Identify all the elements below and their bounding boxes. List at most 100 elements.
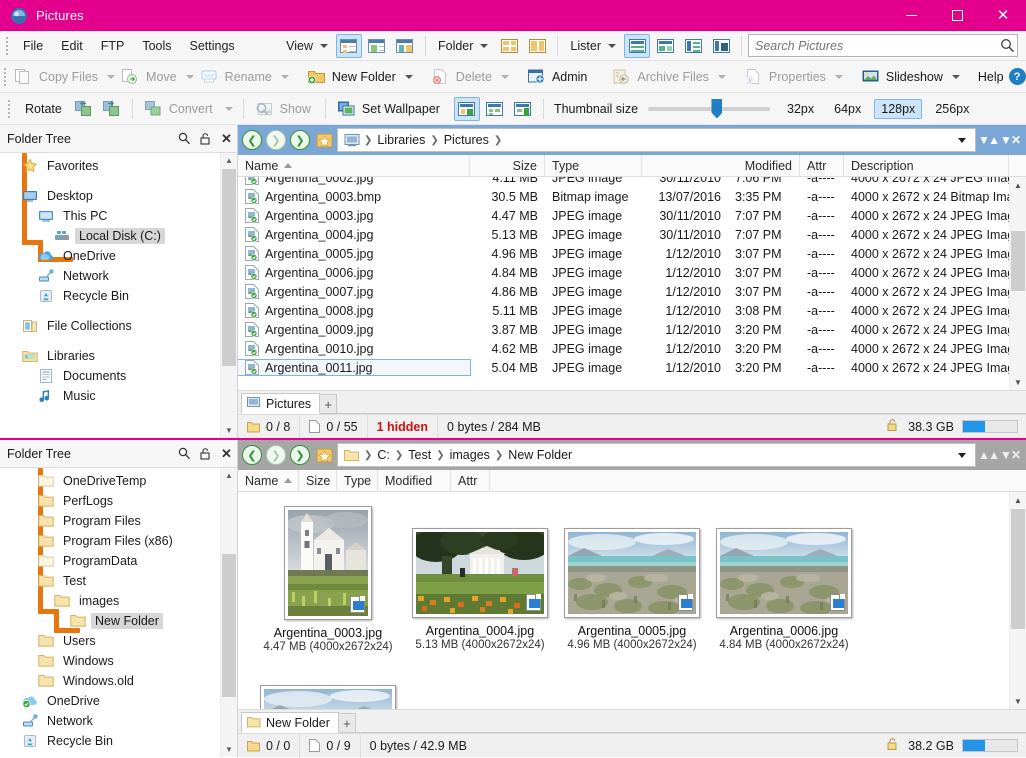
archive-files-dropdown[interactable] — [717, 64, 727, 90]
thumbnail-frame[interactable] — [564, 528, 700, 618]
size-64px-button[interactable]: 64px — [827, 99, 868, 119]
up-arrow-icon[interactable]: ❯ — [289, 444, 311, 466]
properties-button[interactable]: i Properties — [739, 64, 834, 90]
tree-item-windows-old[interactable]: Windows.old — [0, 671, 220, 691]
thumbnail-item[interactable]: Argentina_0006.jpg 4.84 MB (4000x2672x24) — [708, 528, 860, 653]
tree-item-network[interactable]: Network — [0, 266, 220, 286]
set-wallpaper-button[interactable]: Set Wallpaper — [332, 96, 448, 122]
table-row[interactable]: Argentina_0003.bmp 30.5 MB Bitmap image 13/… — [238, 187, 1009, 206]
table-row[interactable]: Argentina_0005.jpg 4.96 MB JPEG image 1/12/… — [238, 244, 1009, 263]
column-size[interactable]: Size — [470, 154, 545, 177]
rename-dropdown[interactable] — [280, 64, 290, 90]
menu-tools[interactable]: Tools — [133, 36, 180, 56]
bottom-list-scrollbar[interactable]: ▲ ▼ — [1009, 492, 1026, 709]
folder-pair-icon[interactable] — [524, 34, 550, 58]
lister-split-icon[interactable] — [652, 34, 678, 58]
close-icon[interactable]: ✕ — [216, 128, 237, 150]
expand-icon[interactable]: ▲▼ — [988, 443, 1012, 467]
breadcrumb-new-folder[interactable]: New Folder — [504, 447, 576, 463]
view-dropdown-caret[interactable] — [319, 43, 328, 48]
copy-files-dropdown[interactable] — [106, 64, 116, 90]
size-128px-button[interactable]: 128px — [874, 98, 923, 119]
bottom-breadcrumb[interactable]: ❯ C: ❯ Test ❯ images ❯ New Folder — [337, 443, 976, 467]
scroll-thumb[interactable] — [222, 169, 236, 366]
archive-files-button[interactable]: Archive Files — [607, 64, 717, 90]
size-256px-button[interactable]: 256px — [928, 99, 976, 119]
table-row[interactable]: Argentina_0009.jpg 3.87 MB JPEG image 1/12/… — [238, 320, 1009, 339]
tree-item-documents[interactable]: Documents — [0, 366, 220, 386]
tab-pictures[interactable]: Pictures — [241, 393, 321, 414]
thumb-grid-icon[interactable] — [482, 97, 508, 121]
folder-grid-icon[interactable] — [496, 34, 522, 58]
thumb-stack-icon[interactable] — [510, 97, 536, 121]
close-icon[interactable]: ✕ — [1008, 128, 1024, 152]
tree-item-programdata[interactable]: ProgramData — [0, 551, 220, 571]
help-button[interactable]: Help ? — [973, 64, 1026, 90]
slider-handle[interactable] — [711, 98, 723, 119]
tree-item-onedrive[interactable]: OneDrive — [0, 246, 220, 266]
thumbnail-frame[interactable] — [716, 528, 852, 618]
unlock-icon[interactable] — [195, 443, 216, 465]
thumbnail-item[interactable]: Argentina_0007.jpg4.86 MB (4000x2672x24) — [252, 685, 404, 709]
tree-item-recycle-bin[interactable]: Recycle Bin — [0, 286, 220, 306]
tree-item-onedrivetemp[interactable]: OneDriveTemp — [0, 471, 220, 491]
scroll-up-icon[interactable]: ▲ — [221, 153, 237, 168]
show-button[interactable]: Show — [250, 96, 319, 122]
menu-ftp[interactable]: FTP — [92, 36, 134, 56]
tree-item-new-folder[interactable]: New Folder — [0, 611, 220, 631]
menu-edit[interactable]: Edit — [52, 36, 92, 56]
tree-item-users[interactable]: Users — [0, 631, 220, 651]
table-row[interactable]: Argentina_0011.jpg 5.04 MB JPEG image 1/12/… — [238, 358, 1009, 377]
add-tab-button[interactable]: + — [338, 713, 356, 733]
forward-arrow-icon[interactable]: ❯ — [265, 444, 287, 466]
unlock-icon[interactable] — [195, 128, 216, 150]
breadcrumb-images[interactable]: images — [446, 447, 494, 463]
thumbnail-item[interactable]: Argentina_0005.jpg 4.96 MB (4000x2672x24) — [556, 528, 708, 653]
table-row[interactable]: Argentina_0008.jpg 5.11 MB JPEG image 1/12/… — [238, 301, 1009, 320]
thumbnail-frame[interactable] — [260, 685, 396, 709]
move-dropdown[interactable] — [185, 64, 195, 90]
lister-dropdown-caret[interactable] — [608, 43, 616, 48]
column-attr[interactable]: Attr — [451, 469, 490, 492]
tree-item-recycle-bin[interactable]: Recycle Bin — [0, 731, 220, 751]
delete-button[interactable]: Delete — [426, 64, 500, 90]
breadcrumb-test[interactable]: Test — [404, 447, 435, 463]
column-name[interactable]: Name — [238, 154, 470, 177]
tree-item-music[interactable]: Music — [0, 386, 220, 406]
column-attr[interactable]: Attr — [800, 154, 844, 177]
top-breadcrumb[interactable]: ❯ Libraries ❯ Pictures ❯ — [337, 128, 976, 152]
properties-dropdown[interactable] — [834, 64, 844, 90]
toolbar-grip[interactable] — [4, 66, 6, 88]
search-icon[interactable] — [997, 35, 1017, 56]
table-row[interactable]: Argentina_0002.jpg 4.11 MB JPEG image 30/11… — [238, 177, 1009, 187]
scroll-down-icon[interactable]: ▼ — [221, 742, 237, 757]
minimize-button[interactable] — [888, 0, 934, 31]
delete-dropdown[interactable] — [500, 64, 510, 90]
tree-item-test[interactable]: Test — [0, 571, 220, 591]
scroll-thumb[interactable] — [222, 554, 236, 697]
table-row[interactable]: Argentina_0007.jpg 4.86 MB JPEG image 1/12/… — [238, 282, 1009, 301]
up-arrow-icon[interactable]: ❯ — [289, 129, 311, 151]
close-button[interactable]: ✕ — [980, 0, 1026, 31]
tree-item-program-files-x86[interactable]: Program Files (x86) — [0, 531, 220, 551]
view-thumbs-icon[interactable] — [392, 34, 418, 58]
convert-dropdown[interactable] — [221, 96, 237, 122]
toolbar-grip[interactable] — [4, 98, 13, 120]
menu-file[interactable]: File — [14, 36, 52, 56]
scroll-up-icon[interactable]: ▲ — [1010, 177, 1026, 193]
table-row[interactable]: Argentina_0004.jpg 5.13 MB JPEG image 30/11… — [238, 225, 1009, 244]
lister-preview-icon[interactable] — [708, 34, 734, 58]
maximize-button[interactable] — [934, 0, 980, 31]
column-type[interactable]: Type — [337, 469, 378, 492]
move-button[interactable]: Move — [116, 64, 185, 90]
toolbar-grip[interactable] — [2, 35, 11, 57]
column-size[interactable]: Size — [299, 469, 337, 492]
close-icon[interactable]: ✕ — [1008, 443, 1024, 467]
rotate-left-icon[interactable] — [71, 97, 97, 121]
breadcrumb-pictures[interactable]: Pictures — [440, 132, 493, 148]
scroll-down-icon[interactable]: ▼ — [1010, 374, 1026, 390]
scroll-down-icon[interactable]: ▼ — [221, 423, 237, 438]
favorites-star-icon[interactable] — [313, 129, 335, 151]
tree-item-local-disk-c[interactable]: Local Disk (C:) — [0, 226, 220, 246]
search-input[interactable] — [749, 35, 997, 56]
